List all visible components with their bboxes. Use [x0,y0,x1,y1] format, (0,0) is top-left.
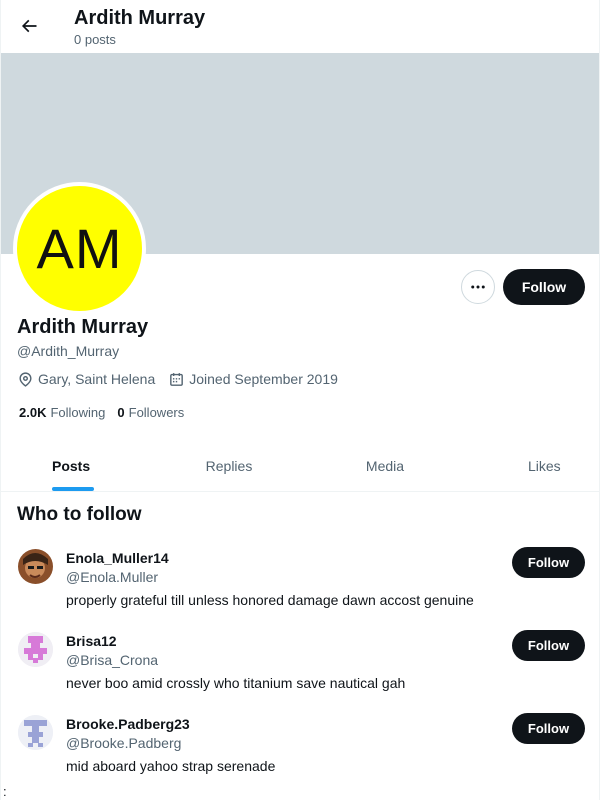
tab-replies-label: Replies [205,457,253,474]
tab-posts[interactable]: Posts [1,440,151,491]
tab-posts-label: Posts [52,457,91,474]
followers-link[interactable]: 0 Followers [117,405,184,420]
suggestion-follow-button[interactable]: Follow [512,713,585,744]
tab-media[interactable]: Media [307,440,463,491]
following-count: 2.0K [19,404,47,420]
follow-button[interactable]: Follow [503,269,585,305]
suggestion-avatar[interactable] [18,632,53,667]
header-post-count: 0 posts [74,32,116,47]
tab-media-label: Media [365,457,405,474]
suggestion-item[interactable]: Brisa12 @Brisa_Crona never boo amid cros… [1,630,599,714]
top-bar: Ardith Murray 0 posts [1,0,599,53]
footer-mark: : [3,784,7,799]
user-photo-icon [18,549,53,584]
location-text: Gary, Saint Helena [38,371,156,387]
suggestion-avatar[interactable] [18,715,53,750]
calendar-icon [170,372,184,386]
joined-text: Joined September 2019 [189,371,338,387]
suggestion-avatar[interactable] [18,549,53,584]
more-horizontal-icon [471,285,485,289]
location-pin-icon [19,371,32,387]
suggestion-item[interactable]: Enola_Muller14 @Enola.Muller properly gr… [1,547,599,631]
back-button[interactable] [13,10,45,42]
header-title: Ardith Murray [74,7,206,29]
tab-likes-label: Likes [528,457,561,474]
profile-page: Ardith Murray 0 posts AM Follow Ardith M… [0,0,600,800]
following-label: Following [50,404,106,420]
identicon-icon [18,632,53,667]
profile-handle: @Ardith_Murray [17,343,120,359]
suggestion-item[interactable]: Brooke.Padberg23 @Brooke.Padberg mid abo… [1,713,599,797]
followers-label: Followers [128,404,185,420]
followers-count: 0 [117,404,125,420]
suggestion-handle: @Enola.Muller [66,569,159,585]
suggestion-name[interactable]: Brisa12 [66,632,117,650]
following-link[interactable]: 2.0K Following [19,405,105,420]
profile-meta: Gary, Saint Helena Joined September 2019 [17,370,351,388]
active-tab-indicator [52,487,94,491]
suggestion-bio: never boo amid crossly who titanium save… [66,675,406,691]
suggestion-name[interactable]: Enola_Muller14 [66,549,169,567]
who-to-follow-title: Who to follow [17,504,142,525]
identicon-icon [18,715,53,750]
suggestion-bio: properly grateful till unless honored da… [66,592,474,608]
suggestion-handle: @Brooke.Padberg [66,735,182,751]
profile-name: Ardith Murray [17,316,149,338]
profile-tabs: Posts Replies Media Likes [1,440,599,492]
profile-avatar[interactable]: AM [13,182,146,315]
tab-likes[interactable]: Likes [463,440,599,491]
suggestion-follow-button[interactable]: Follow [512,630,585,661]
suggestion-name[interactable]: Brooke.Padberg23 [66,715,190,733]
joined-item: Joined September 2019 [168,371,338,388]
more-options-button[interactable] [461,270,495,304]
suggestion-handle: @Brisa_Crona [66,652,159,668]
arrow-left-icon [21,19,37,33]
follow-stats: 2.0K Following 0 Followers [19,404,196,420]
suggestion-follow-button[interactable]: Follow [512,547,585,578]
avatar-initials: AM [36,217,123,280]
tab-replies[interactable]: Replies [151,440,307,491]
location-item: Gary, Saint Helena [17,371,155,388]
suggestion-bio: mid aboard yahoo strap serenade [66,758,276,774]
